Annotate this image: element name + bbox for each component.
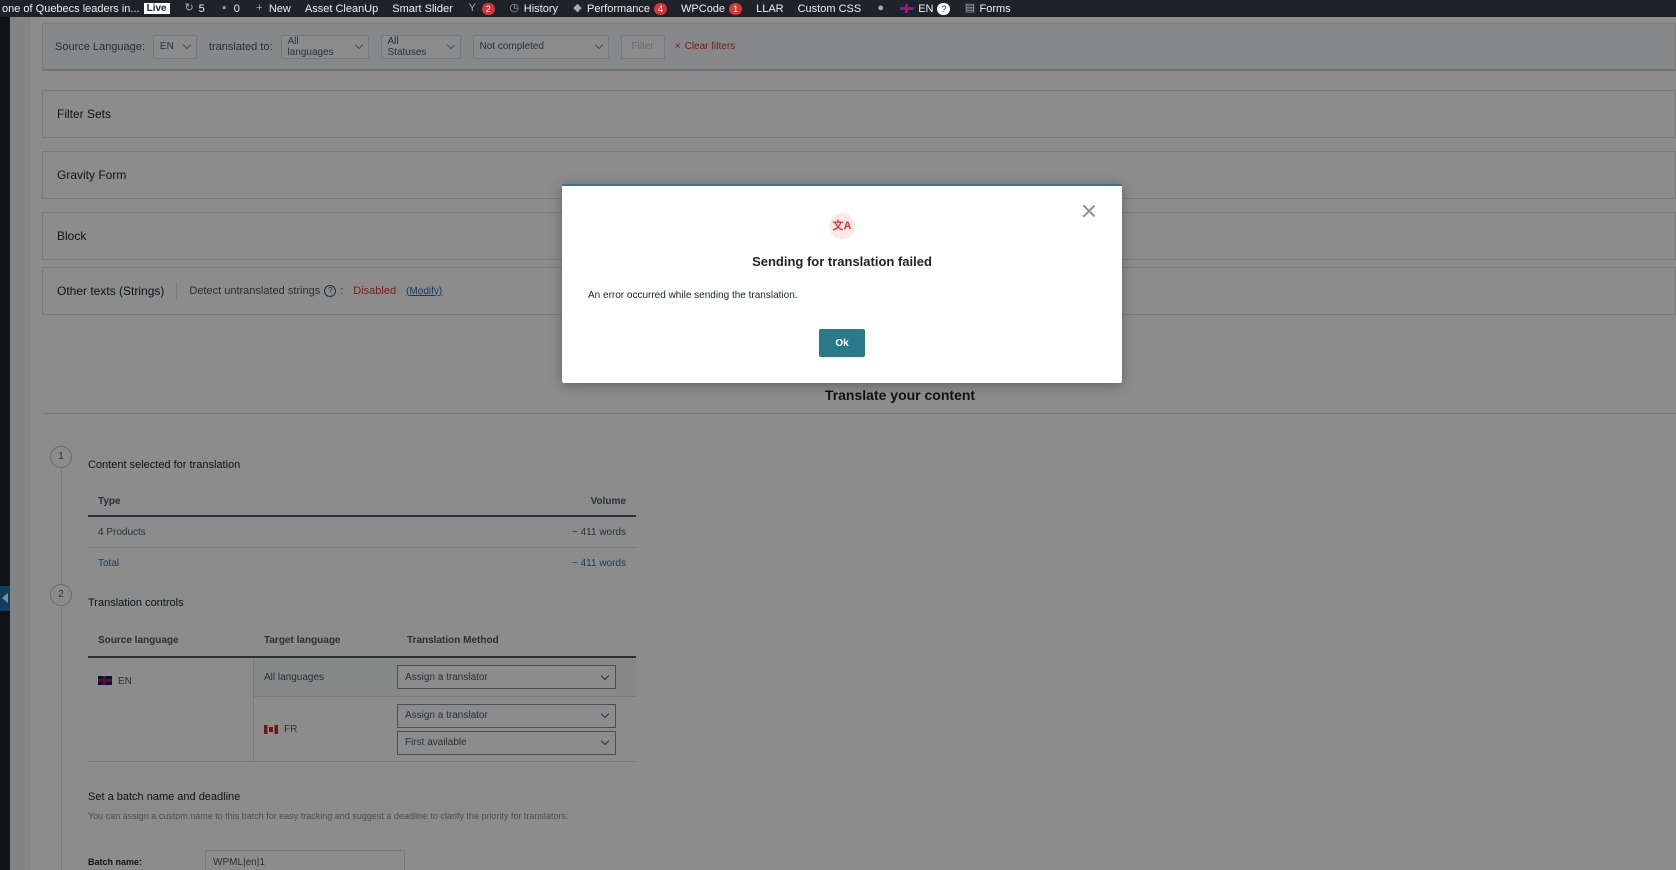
plus-icon: + [256,2,263,14]
asset-cleanup-link[interactable]: Asset CleanUp [305,3,378,15]
admin-bar: one of Quebecs leaders in... Live ↻ 5 ▪ … [0,0,1676,17]
wpcode-badge: 1 [729,2,743,15]
refresh-icon: ↻ [184,2,194,14]
error-dialog: 文A Sending for translation failed An err… [562,184,1122,383]
llar-link[interactable]: LLAR [756,3,784,15]
translate-icon: 文A [829,213,855,239]
performance-link[interactable]: ◆ Performance 4 [572,2,668,15]
yoast-badge: 2 [481,2,495,15]
wpcode-label: WPCode [681,2,726,15]
forms-label: Forms [979,2,1011,15]
custom-css-link[interactable]: Custom CSS [798,3,862,15]
dialog-message: An error occurred while sending the tran… [588,290,798,301]
dialog-title: Sending for translation failed [752,254,932,269]
wpcode-link[interactable]: WPCode 1 [681,2,743,15]
uk-flag-icon [900,4,915,13]
history-link[interactable]: ◷ History [509,3,558,15]
history-icon: ◷ [509,2,520,14]
forms-link[interactable]: ▤ Forms [964,2,1011,15]
comment-icon: ▪ [222,2,227,14]
language-help-badge: ? [937,2,951,15]
new-content-link[interactable]: + New [254,3,291,15]
language-label: EN [918,2,934,15]
site-name-link[interactable]: one of Quebecs leaders in... Live [2,3,170,15]
comments-link[interactable]: ▪ 0 [219,3,240,15]
forms-icon: ▤ [964,2,976,14]
updates-link[interactable]: ↻ 5 [184,3,205,15]
asset-cleanup-label: Asset CleanUp [304,2,379,15]
modal-overlay[interactable] [0,17,1676,870]
comments-count: 0 [233,2,240,15]
close-icon[interactable] [1082,204,1096,218]
performance-icon: ◆ [573,2,582,14]
history-label: History [523,2,559,15]
ok-button[interactable]: Ok [819,329,865,357]
site-title: one of Quebecs leaders in... [2,2,140,15]
custom-css-label: Custom CSS [797,2,862,15]
performance-label: Performance [587,2,651,15]
wpml-link[interactable]: ● [875,3,886,14]
new-label: New [268,2,291,15]
smart-slider-link[interactable]: Smart Slider [392,3,453,15]
smart-slider-label: Smart Slider [392,2,453,15]
yoast-icon: Y [468,2,476,14]
language-switcher[interactable]: EN ? [900,2,951,15]
yoast-link[interactable]: Y 2 [467,2,495,15]
wpml-icon: ● [877,2,885,14]
llar-label: LLAR [756,2,784,15]
performance-badge: 4 [654,2,668,15]
updates-count: 5 [198,2,205,15]
live-badge: Live [143,3,170,14]
